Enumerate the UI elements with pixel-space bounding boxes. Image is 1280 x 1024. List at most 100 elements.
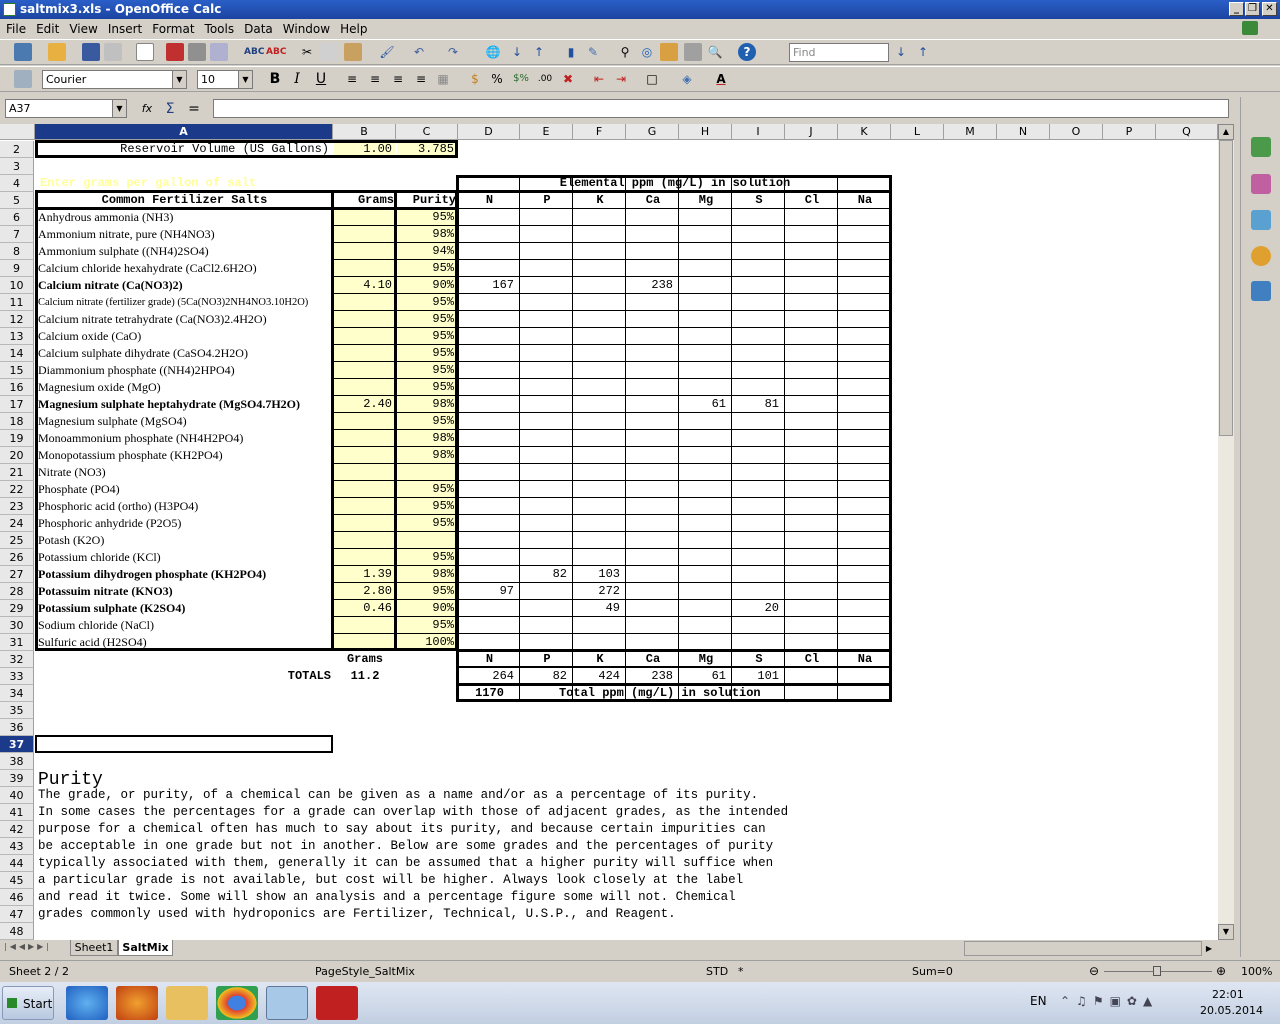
- internet-explorer-icon[interactable]: [66, 986, 108, 1020]
- cell[interactable]: 95%: [397, 209, 458, 226]
- show-draw-icon[interactable]: ✎: [584, 43, 602, 61]
- cell[interactable]: 167: [459, 277, 520, 294]
- cell[interactable]: [680, 498, 732, 515]
- cell[interactable]: 90%: [397, 277, 458, 294]
- row-header[interactable]: 46: [0, 889, 34, 906]
- row-header[interactable]: 10: [0, 277, 34, 294]
- cell[interactable]: [733, 583, 785, 600]
- cell[interactable]: [459, 430, 520, 447]
- cell[interactable]: Calcium chloride hexahydrate (CaCl2.6H2O…: [36, 260, 333, 277]
- cell[interactable]: [459, 294, 520, 311]
- row-header[interactable]: 29: [0, 600, 34, 617]
- cell[interactable]: [733, 413, 785, 430]
- cell[interactable]: [334, 328, 396, 345]
- cell[interactable]: [574, 498, 626, 515]
- cell[interactable]: Monopotassium phosphate (KH2PO4): [36, 447, 333, 464]
- row-header[interactable]: 45: [0, 872, 34, 889]
- column-header[interactable]: C: [396, 124, 458, 140]
- cell[interactable]: [574, 328, 626, 345]
- column-header[interactable]: H: [679, 124, 732, 140]
- cell[interactable]: [397, 532, 458, 549]
- menu-view[interactable]: View: [69, 22, 97, 36]
- row-header[interactable]: 14: [0, 345, 34, 362]
- menu-edit[interactable]: Edit: [36, 22, 59, 36]
- cell[interactable]: [680, 634, 732, 651]
- cell[interactable]: [521, 243, 573, 260]
- cell[interactable]: [627, 396, 679, 413]
- cell[interactable]: [733, 362, 785, 379]
- cell[interactable]: 82: [521, 566, 573, 583]
- row-header[interactable]: 26: [0, 549, 34, 566]
- cell[interactable]: [627, 328, 679, 345]
- cell[interactable]: [334, 617, 396, 634]
- cell[interactable]: [733, 311, 785, 328]
- zoom-slider-handle[interactable]: [1153, 966, 1161, 976]
- cell[interactable]: [574, 430, 626, 447]
- menu-help[interactable]: Help: [340, 22, 367, 36]
- export-pdf-icon[interactable]: [166, 43, 184, 61]
- row-header[interactable]: 44: [0, 855, 34, 872]
- merge-cells-icon[interactable]: ▦: [434, 70, 452, 88]
- select-all-corner[interactable]: [0, 124, 35, 140]
- cell[interactable]: purpose for a chemical often has much to…: [36, 821, 1218, 838]
- cell[interactable]: Diammonium phosphate ((NH4)2HPO4): [36, 362, 333, 379]
- cell[interactable]: [521, 481, 573, 498]
- cell[interactable]: K: [574, 651, 626, 668]
- scroll-thumb[interactable]: [1219, 140, 1233, 436]
- cell[interactable]: [334, 362, 396, 379]
- cell[interactable]: 0.46: [334, 600, 396, 617]
- scroll-up-icon[interactable]: ▲: [1218, 124, 1234, 140]
- row-header[interactable]: 27: [0, 566, 34, 583]
- vertical-scrollbar[interactable]: ▲ ▼: [1218, 124, 1234, 940]
- autospell-icon[interactable]: ABC: [266, 43, 286, 61]
- scroll-right-icon[interactable]: ▶: [1202, 941, 1216, 956]
- cell[interactable]: 20: [733, 600, 785, 617]
- save-icon[interactable]: [82, 43, 100, 61]
- cell[interactable]: [459, 379, 520, 396]
- cell[interactable]: [627, 294, 679, 311]
- row-header[interactable]: 4: [0, 175, 34, 192]
- row-header[interactable]: 17: [0, 396, 34, 413]
- cell[interactable]: The grade, or purity, of a chemical can …: [36, 787, 1218, 804]
- cell[interactable]: [680, 209, 732, 226]
- cell[interactable]: [521, 294, 573, 311]
- cell[interactable]: [521, 311, 573, 328]
- column-header[interactable]: J: [785, 124, 838, 140]
- firefox-icon[interactable]: [116, 986, 158, 1020]
- row-header[interactable]: 7: [0, 226, 34, 243]
- functions-panel-icon[interactable]: [1251, 281, 1271, 301]
- cell[interactable]: 4.10: [334, 277, 396, 294]
- row-header[interactable]: 15: [0, 362, 34, 379]
- clone-format-icon[interactable]: 🖌: [378, 43, 396, 61]
- cell[interactable]: [574, 617, 626, 634]
- cell[interactable]: [521, 617, 573, 634]
- page-preview-icon[interactable]: [210, 43, 228, 61]
- cell[interactable]: [680, 600, 732, 617]
- find-input[interactable]: Find: [789, 43, 889, 62]
- cell[interactable]: [334, 345, 396, 362]
- cell[interactable]: [733, 243, 785, 260]
- column-header[interactable]: M: [944, 124, 997, 140]
- cell[interactable]: Nitrate (NO3): [36, 464, 333, 481]
- cell[interactable]: [627, 583, 679, 600]
- minimize-button[interactable]: _: [1229, 2, 1244, 16]
- cell[interactable]: [334, 379, 396, 396]
- cell[interactable]: [733, 260, 785, 277]
- cell[interactable]: [574, 209, 626, 226]
- cell[interactable]: [334, 549, 396, 566]
- row-header[interactable]: 39: [0, 770, 34, 787]
- increase-indent-icon[interactable]: ⇥: [612, 70, 630, 88]
- cell[interactable]: [627, 549, 679, 566]
- cell[interactable]: P: [521, 651, 573, 668]
- cell[interactable]: 424: [574, 668, 626, 685]
- cell[interactable]: [627, 634, 679, 651]
- column-header[interactable]: G: [626, 124, 679, 140]
- row-header[interactable]: 30: [0, 617, 34, 634]
- column-header[interactable]: E: [520, 124, 573, 140]
- column-header[interactable]: Q: [1156, 124, 1218, 140]
- cell[interactable]: [680, 311, 732, 328]
- cell[interactable]: [680, 362, 732, 379]
- align-right-icon[interactable]: ≡: [389, 70, 407, 88]
- sum-icon[interactable]: Σ: [161, 100, 179, 118]
- cell[interactable]: 103: [574, 566, 626, 583]
